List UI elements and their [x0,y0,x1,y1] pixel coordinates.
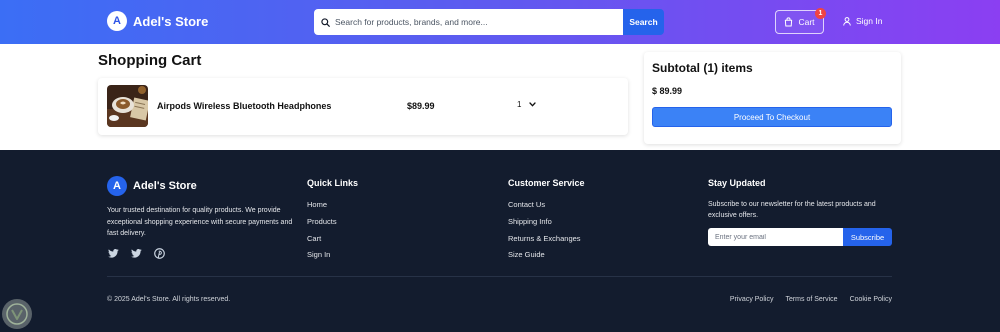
newsletter-form: Subscribe [708,228,892,246]
footer-link-products[interactable]: Products [307,217,337,234]
brand-name: Adel's Store [133,13,209,29]
cart-label: Cart [798,17,815,27]
brand-logo[interactable]: A Adel's Store [107,11,208,31]
social-links [107,247,165,259]
quick-links-list: Home Products Cart Sign In [307,200,337,267]
watermark-logo-icon [2,299,32,329]
brand-badge: A [107,11,127,31]
subtotal-amount: $ 89.99 [652,86,683,96]
sign-in-link[interactable]: Sign In [843,16,882,26]
search-button[interactable]: Search [623,9,664,35]
user-icon [843,16,851,26]
footer-brand-name: Adel's Store [133,180,197,192]
site-header: A Adel's Store Search Cart 1 Sign In [0,0,1000,44]
shopping-bag-icon [785,17,793,27]
search-bar: Search [314,9,664,35]
checkout-button[interactable]: Proceed To Checkout [652,107,892,127]
cookie-policy-link[interactable]: Cookie Policy [850,296,892,303]
email-input[interactable] [708,228,843,246]
product-thumbnail[interactable] [107,85,148,127]
site-footer: A Adel's Store Your trusted destination … [0,150,1000,332]
pinterest-icon[interactable] [153,247,165,259]
quick-links-title: Quick Links [307,178,359,188]
footer-description: Your trusted destination for quality pro… [107,207,293,237]
sign-in-label: Sign In [856,16,883,26]
customer-service-title: Customer Service [508,178,585,188]
footer-link-cart[interactable]: Cart [307,234,337,251]
product-name[interactable]: Airpods Wireless Bluetooth Headphones [157,101,331,111]
search-field[interactable] [314,9,623,35]
footer-link-sign-in[interactable]: Sign In [307,250,337,267]
chevron-down-icon [529,102,537,107]
twitter-icon[interactable] [130,247,142,259]
footer-brand[interactable]: A Adel's Store [107,176,197,196]
terms-of-service-link[interactable]: Terms of Service [785,296,837,303]
subscribe-button[interactable]: Subscribe [843,228,892,246]
cart-item: Airpods Wireless Bluetooth Headphones $8… [98,78,628,135]
cart-count-badge: 1 [815,8,826,19]
newsletter-description: Subscribe to our newsletter for the late… [708,201,876,219]
subtotal-title: Subtotal (1) items [652,61,753,75]
search-icon [321,17,330,27]
quantity-select[interactable]: 1 [517,100,537,109]
twitter-icon[interactable] [107,247,119,259]
product-price: $89.99 [407,101,435,111]
legal-links: Privacy Policy Terms of Service Cookie P… [730,296,892,303]
newsletter-title: Stay Updated [708,178,766,188]
footer-link-contact-us[interactable]: Contact Us [508,200,581,217]
footer-link-home[interactable]: Home [307,200,337,217]
order-summary: Subtotal (1) items $ 89.99 Proceed To Ch… [644,52,901,144]
copyright-text: © 2025 Adel's Store. All rights reserved… [107,296,231,303]
quantity-value: 1 [517,100,522,109]
footer-link-shipping-info[interactable]: Shipping Info [508,217,581,234]
page-title: Shopping Cart [98,52,202,69]
privacy-policy-link[interactable]: Privacy Policy [730,296,774,303]
footer-link-returns[interactable]: Returns & Exchanges [508,234,581,251]
footer-brand-badge: A [107,176,127,196]
footer-link-size-guide[interactable]: Size Guide [508,250,581,267]
footer-divider [107,276,892,277]
customer-service-list: Contact Us Shipping Info Returns & Excha… [508,200,581,267]
search-input[interactable] [335,17,595,27]
